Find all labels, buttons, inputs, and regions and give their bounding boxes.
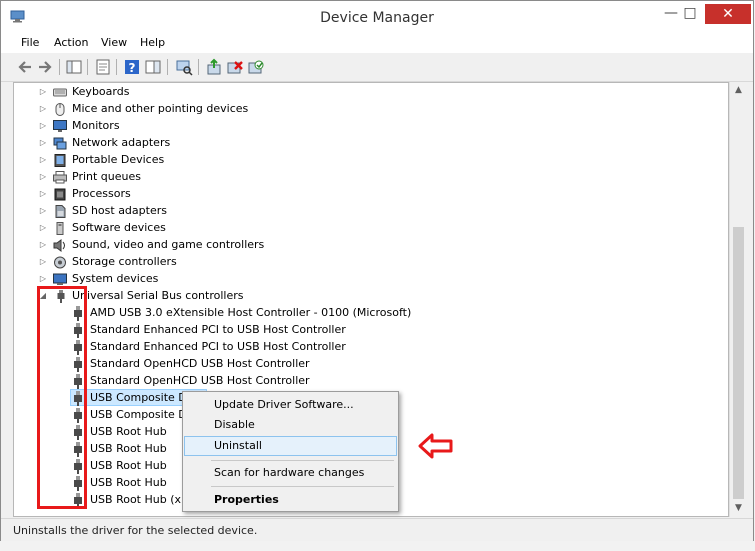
storage-controller-icon — [54, 256, 66, 269]
tree-category-label: SD host adapters — [72, 204, 167, 217]
expand-arrow-icon[interactable]: ▷ — [39, 274, 47, 284]
uninstall-device-icon[interactable] — [226, 58, 244, 76]
usb-device-label: USB Root Hub — [90, 425, 167, 438]
update-driver-icon[interactable] — [205, 58, 223, 76]
red-annotation-box — [37, 286, 87, 509]
monitor-icon — [53, 120, 67, 132]
ctx-update-driver[interactable]: Update Driver Software... — [184, 395, 397, 415]
tree-category-label: Universal Serial Bus controllers — [72, 289, 244, 302]
usb-device-label: Standard OpenHCD USB Host Controller — [90, 357, 310, 370]
tree-category-label: Storage controllers — [72, 255, 177, 268]
properties-sheet-icon[interactable] — [94, 58, 112, 76]
usb-device-label: Standard OpenHCD USB Host Controller — [90, 374, 310, 387]
tree-category-label: Sound, video and game controllers — [72, 238, 265, 251]
scrollbar-thumb[interactable] — [733, 227, 744, 499]
scroll-up-arrow-icon[interactable]: ▲ — [734, 85, 743, 95]
back-arrow-icon[interactable] — [16, 58, 34, 76]
menu-bar: File Action View Help — [1, 33, 753, 53]
tree-category-label: Software devices — [72, 221, 166, 234]
software-device-icon — [56, 222, 64, 235]
ctx-separator — [211, 460, 394, 461]
printer-icon — [53, 171, 67, 184]
toolbar: ? — [1, 53, 753, 82]
portable-device-icon — [54, 154, 66, 167]
tree-category-label: Network adapters — [72, 136, 171, 149]
usb-device-label: USB Root Hub — [90, 476, 167, 489]
ctx-disable-label: Disable — [214, 418, 255, 431]
title-bar[interactable]: Device Manager — □ ✕ — [1, 1, 753, 33]
tree-category-label: Mice and other pointing devices — [72, 102, 249, 115]
close-icon[interactable]: ✕ — [705, 4, 751, 24]
network-adapter-icon — [53, 137, 67, 150]
system-device-icon — [53, 273, 67, 285]
ctx-update-driver-label: Update Driver Software... — [214, 398, 354, 411]
scroll-down-arrow-icon[interactable]: ▼ — [734, 503, 743, 513]
svg-text:?: ? — [129, 61, 136, 75]
ctx-uninstall[interactable]: Uninstall — [184, 436, 397, 456]
expand-arrow-icon[interactable]: ▷ — [39, 206, 47, 216]
menu-action[interactable]: Action — [54, 36, 88, 49]
window-title: Device Manager — [320, 10, 434, 26]
expand-arrow-icon[interactable]: ▷ — [39, 155, 47, 165]
expand-arrow-icon[interactable]: ▷ — [39, 240, 47, 250]
forward-arrow-icon[interactable] — [36, 58, 54, 76]
ctx-disable[interactable]: Disable — [184, 415, 397, 435]
processor-icon — [54, 188, 66, 201]
ctx-uninstall-label: Uninstall — [214, 439, 262, 452]
toolbar-separator — [87, 59, 88, 75]
action-pane-icon[interactable] — [144, 58, 162, 76]
menu-help[interactable]: Help — [140, 36, 165, 49]
expand-arrow-icon[interactable]: ▷ — [39, 121, 47, 131]
usb-device-label: USB Root Hub — [90, 442, 167, 455]
expand-arrow-icon[interactable]: ▷ — [39, 138, 47, 148]
ctx-properties[interactable]: Properties — [184, 490, 397, 510]
tree-category-label: System devices — [72, 272, 159, 285]
menu-file[interactable]: File — [21, 36, 39, 49]
speaker-icon — [53, 239, 65, 252]
usb-device-label: Standard Enhanced PCI to USB Host Contro… — [90, 323, 346, 336]
status-text: Uninstalls the driver for the selected d… — [13, 524, 258, 537]
tree-category-label: Print queues — [72, 170, 141, 183]
status-bar: Uninstalls the driver for the selected d… — [1, 518, 753, 541]
help-icon[interactable]: ? — [123, 58, 141, 76]
menu-view[interactable]: View — [101, 36, 127, 49]
usb-device-label: USB Root Hub — [90, 459, 167, 472]
tree-category-label: Monitors — [72, 119, 120, 132]
sd-card-icon — [55, 205, 66, 218]
expand-arrow-icon[interactable]: ▷ — [39, 223, 47, 233]
expand-arrow-icon[interactable]: ▷ — [39, 257, 47, 267]
ctx-scan-label: Scan for hardware changes — [214, 466, 365, 479]
show-hide-console-tree-icon[interactable] — [65, 58, 83, 76]
tree-category-label: Processors — [72, 187, 131, 200]
enable-device-icon[interactable] — [247, 58, 265, 76]
ctx-scan[interactable]: Scan for hardware changes — [184, 463, 397, 483]
usb-device-label: Standard Enhanced PCI to USB Host Contro… — [90, 340, 346, 353]
expand-arrow-icon[interactable]: ▷ — [39, 189, 47, 199]
expand-arrow-icon[interactable]: ▷ — [39, 104, 47, 114]
scan-monitor-icon[interactable] — [175, 58, 193, 76]
tree-category-label: Keyboards — [72, 85, 130, 98]
red-arrow-annotation-icon — [418, 433, 453, 459]
toolbar-separator — [116, 59, 117, 75]
expand-arrow-icon[interactable]: ▷ — [39, 172, 47, 182]
ctx-properties-label: Properties — [214, 493, 279, 506]
mouse-icon — [55, 103, 65, 116]
toolbar-separator — [198, 59, 199, 75]
toolbar-separator — [59, 59, 60, 75]
vertical-scrollbar[interactable]: ▲ ▼ — [729, 82, 747, 517]
toolbar-separator — [167, 59, 168, 75]
usb-device-label: AMD USB 3.0 eXtensible Host Controller -… — [90, 306, 412, 319]
keyboard-icon — [53, 88, 67, 97]
ctx-separator — [211, 486, 394, 487]
expand-arrow-icon[interactable]: ▷ — [39, 87, 47, 97]
context-menu: Update Driver Software... Disable Uninst… — [182, 391, 399, 512]
maximize-icon[interactable]: □ — [672, 3, 708, 23]
tree-category-label: Portable Devices — [72, 153, 165, 166]
